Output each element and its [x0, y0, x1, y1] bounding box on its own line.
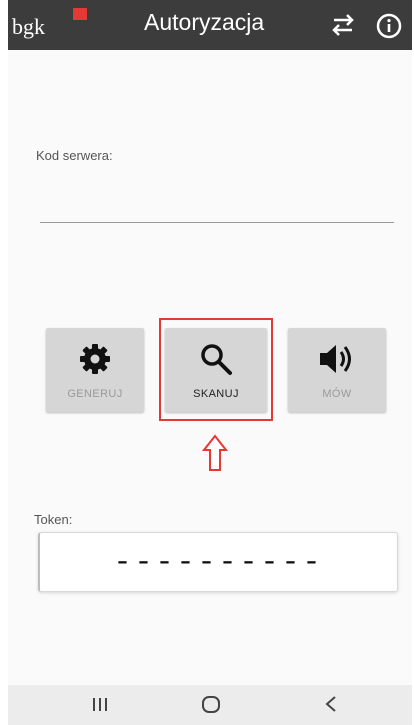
generate-button[interactable]: GENERUJ — [46, 328, 144, 412]
system-nav-bar — [8, 685, 412, 725]
token-value: ---------- — [113, 546, 324, 580]
home-icon[interactable] — [200, 693, 222, 715]
generate-button-label: GENERUJ — [67, 388, 123, 400]
swap-arrows-icon[interactable] — [328, 14, 358, 36]
speaker-icon — [320, 345, 351, 373]
back-icon[interactable] — [321, 693, 341, 715]
app-screen: bgk Autoryzacja Kod serwera: GENERUJ SKA… — [8, 0, 412, 725]
server-code-label: Kod serwera: — [36, 148, 113, 163]
bgk-logo: bgk — [12, 14, 45, 39]
speak-button[interactable]: MÓW — [288, 328, 386, 412]
server-code-input[interactable] — [40, 196, 394, 223]
gear-icon — [80, 344, 110, 374]
page-title: Autoryzacja — [144, 9, 265, 35]
app-bar: bgk Autoryzacja — [8, 0, 412, 50]
logo-flag-icon — [73, 8, 87, 20]
recent-apps-icon[interactable] — [90, 693, 110, 715]
speak-button-label: MÓW — [322, 388, 352, 400]
info-icon[interactable] — [376, 13, 402, 39]
scan-highlight-frame — [159, 318, 273, 421]
token-label: Token: — [34, 512, 73, 527]
arrow-up-icon — [202, 434, 228, 471]
token-field: ---------- — [38, 532, 398, 592]
